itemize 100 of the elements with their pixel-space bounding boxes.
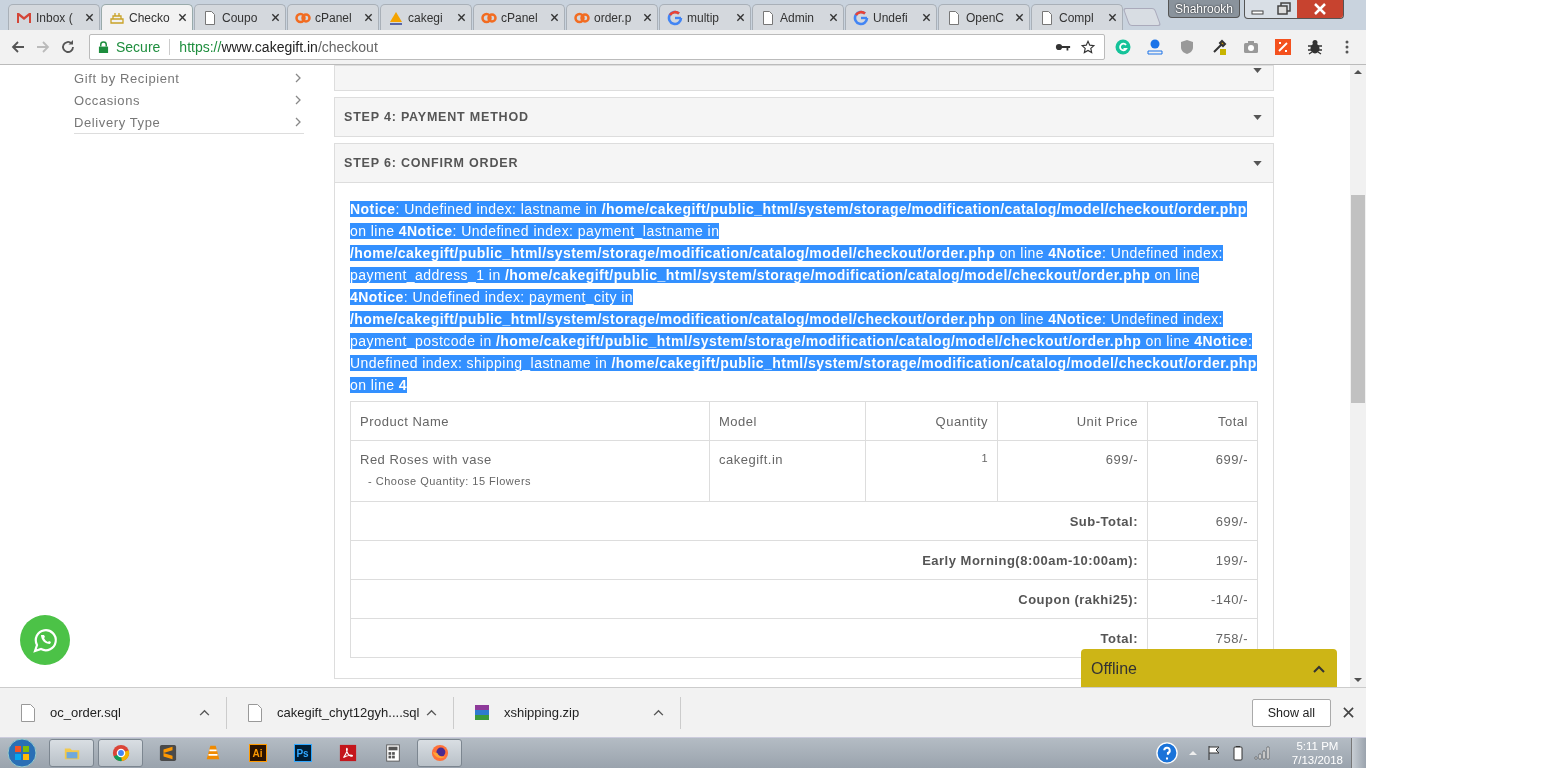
calculator-icon xyxy=(383,744,402,762)
taskbar-app[interactable]: Ai xyxy=(235,739,280,767)
download-item[interactable]: oc_order.sql xyxy=(0,696,227,729)
step-panel-header[interactable]: STEP 4: PAYMENT METHOD xyxy=(335,98,1273,136)
photoshop-icon: Ps xyxy=(293,744,312,762)
chevron-right-icon xyxy=(294,94,302,106)
table-cell: 699/- xyxy=(997,440,1148,502)
browser-tab[interactable]: order.p xyxy=(566,4,658,30)
error-notice: Notice: Undefined index: lastname in /home/cakegift/public_html/system/storage/modification/catalog/model/checkout/order.php on line 4Notice: Undefined index: payment_lastname in /home/cakegift/public_html/system/storage/modification/catalog/model/checkout/order.php on line 4Notice: Undefined index: payment_address_1 in /home/cakegift/public_html/system/storage/modification/catalog/model/checkout/order.php on line 4Notice: Undefined index: payment_city in /home/cakegift/public_html/system/storage/modification/catalog/model/checkout/order.php on line 4Notice: Undefined index: payment_postcode in /home/cakegift/public_html/system/storage/modification/catalog/model/checkout/order.php on line 4Notice: Undefined index: shipping_lastname in /home/cakegift/public_html/system/storage/modification/catalog/model/checkout/order.php on line 4 xyxy=(350,200,1258,395)
browser-tab[interactable]: Admin xyxy=(752,4,844,30)
download-item[interactable]: cakegift_chyt12gyh....sql xyxy=(227,696,454,729)
browser-tab[interactable]: Compl xyxy=(1031,4,1123,30)
page-icon xyxy=(1039,9,1055,26)
pdf-icon xyxy=(338,744,357,762)
file-icon xyxy=(20,702,36,723)
taskbar-app[interactable] xyxy=(98,739,143,767)
chevron-right-icon xyxy=(294,116,302,128)
taskbar-app[interactable] xyxy=(417,739,462,767)
caret-down-icon xyxy=(1253,114,1262,120)
archive-icon xyxy=(474,702,490,723)
total-value: 199/- xyxy=(1147,540,1258,580)
close-icon[interactable] xyxy=(1343,707,1354,718)
illustrator-icon: Ai xyxy=(248,744,267,762)
taskbar-app[interactable]: Ps xyxy=(280,739,325,767)
table-cell: cakegift.in xyxy=(709,440,866,502)
eyedropper-icon[interactable] xyxy=(1211,39,1227,55)
column-header: Unit Price xyxy=(997,401,1148,441)
back-icon[interactable] xyxy=(10,39,26,55)
url-text: https://www.cakegift.in/checkout xyxy=(179,39,378,55)
show-all-button[interactable]: Show all xyxy=(1251,698,1331,727)
close-icon[interactable] xyxy=(457,13,466,22)
lock-icon xyxy=(98,40,109,54)
editor-icon xyxy=(158,744,177,762)
browser-tab[interactable]: cPanel xyxy=(473,4,565,30)
browser-tab[interactable]: Undefi xyxy=(845,4,937,30)
caret-up-icon[interactable] xyxy=(199,709,210,716)
browser-tab[interactable]: Coupo xyxy=(194,4,286,30)
download-item[interactable]: xshipping.zip xyxy=(454,696,681,729)
google-icon xyxy=(853,9,869,26)
total-label: Sub-Total: xyxy=(350,501,1148,541)
address-bar[interactable]: Secure https://www.cakegift.in/checkout xyxy=(89,34,1105,60)
caret-up-icon[interactable] xyxy=(426,709,437,716)
camera-icon[interactable] xyxy=(1243,39,1259,55)
table-cell: 1 xyxy=(865,440,998,502)
caret-up-icon xyxy=(1313,665,1325,673)
browser-tab[interactable]: Inbox ( xyxy=(8,4,100,30)
start-button[interactable] xyxy=(7,738,37,768)
table-cell: 699/- xyxy=(1147,440,1258,502)
browser-icon xyxy=(111,744,130,762)
close-icon[interactable] xyxy=(1108,13,1117,22)
google-icon xyxy=(667,9,683,26)
close-icon[interactable] xyxy=(85,13,94,22)
percent-icon[interactable] xyxy=(1275,39,1291,55)
browser-tab[interactable]: OpenC xyxy=(938,4,1030,30)
bug-icon[interactable] xyxy=(1307,39,1323,55)
security-label: Secure xyxy=(116,39,161,55)
ruler-icon[interactable] xyxy=(1147,39,1163,55)
help-icon[interactable] xyxy=(1155,742,1178,764)
browser-icon xyxy=(430,744,449,762)
product-cell: Red Roses with vase - Choose Quantity: 15 Flowers xyxy=(350,440,710,502)
close-icon[interactable] xyxy=(271,13,280,22)
star-icon[interactable] xyxy=(1080,40,1096,54)
total-label: Coupon (rakhi25): xyxy=(350,579,1148,619)
page-icon xyxy=(760,9,776,26)
category-link[interactable]: Delivery Type xyxy=(74,111,304,133)
close-icon[interactable] xyxy=(736,13,745,22)
close-icon[interactable] xyxy=(922,13,931,22)
caret-down-icon xyxy=(1253,68,1262,73)
total-value: -140/- xyxy=(1147,579,1258,619)
flag-icon[interactable] xyxy=(1205,745,1222,761)
file-icon xyxy=(247,702,263,723)
total-value: 699/- xyxy=(1147,501,1258,541)
close-icon[interactable] xyxy=(364,13,373,22)
page-icon xyxy=(946,9,962,26)
caret-down-icon xyxy=(1253,160,1262,166)
column-header: Total xyxy=(1147,401,1258,441)
step-panel-header[interactable]: STEP 6: CONFIRM ORDER xyxy=(335,144,1273,182)
column-header: Quantity xyxy=(865,401,998,441)
chat-widget[interactable]: Offline xyxy=(1081,649,1337,687)
close-icon[interactable] xyxy=(643,13,652,22)
column-header: Model xyxy=(709,401,866,441)
browser-tab[interactable]: multip xyxy=(659,4,751,30)
close-icon[interactable] xyxy=(1015,13,1024,22)
close-icon[interactable] xyxy=(178,13,187,22)
column-header: Product Name xyxy=(350,401,710,441)
caret-up-icon[interactable] xyxy=(653,709,664,716)
reload-icon[interactable] xyxy=(60,39,76,55)
browser-tab[interactable]: Checko xyxy=(101,4,193,30)
show-desktop-button[interactable] xyxy=(1351,738,1366,768)
page-icon xyxy=(202,9,218,26)
category-link[interactable]: Gift by Recipient xyxy=(74,67,304,89)
chevron-right-icon xyxy=(294,72,302,84)
close-icon[interactable] xyxy=(550,13,559,22)
close-icon[interactable] xyxy=(829,13,838,22)
shield-icon[interactable] xyxy=(1179,39,1195,55)
browser-tab[interactable]: cakegi xyxy=(380,4,472,30)
close-icon[interactable] xyxy=(1297,0,1343,18)
browser-tab[interactable]: cPanel xyxy=(287,4,379,30)
category-link[interactable]: Occasions xyxy=(74,89,304,111)
scrollbar-thumb[interactable] xyxy=(1351,195,1365,403)
